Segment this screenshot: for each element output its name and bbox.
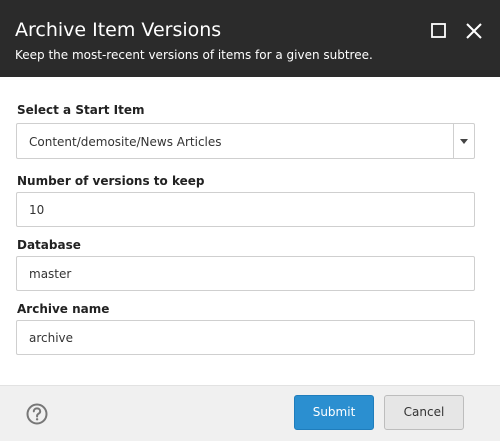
archive-name-input[interactable] bbox=[16, 320, 475, 355]
versions-label: Number of versions to keep bbox=[17, 174, 205, 188]
dialog-subtitle: Keep the most-recent versions of items f… bbox=[15, 48, 373, 62]
submit-button[interactable]: Submit bbox=[294, 395, 374, 430]
help-button[interactable] bbox=[26, 403, 48, 425]
maximize-icon bbox=[431, 23, 446, 38]
caret-down-icon bbox=[460, 139, 468, 144]
maximize-button[interactable] bbox=[430, 22, 448, 40]
dialog-title: Archive Item Versions bbox=[15, 19, 222, 41]
start-item-select[interactable]: Content/demosite/News Articles bbox=[16, 123, 475, 159]
archive-item-versions-dialog: Archive Item Versions Keep the most-rece… bbox=[0, 0, 500, 441]
close-icon bbox=[466, 23, 482, 39]
start-item-value: Content/demosite/News Articles bbox=[29, 135, 222, 149]
cancel-button[interactable]: Cancel bbox=[384, 395, 464, 430]
dropdown-toggle[interactable] bbox=[453, 124, 474, 158]
dialog-header: Archive Item Versions Keep the most-rece… bbox=[0, 0, 500, 77]
help-icon bbox=[26, 403, 48, 425]
database-input[interactable] bbox=[16, 256, 475, 291]
versions-input[interactable] bbox=[16, 192, 475, 227]
dialog-footer: Submit Cancel bbox=[0, 385, 500, 441]
database-label: Database bbox=[17, 238, 81, 252]
archive-name-label: Archive name bbox=[17, 302, 110, 316]
close-button[interactable] bbox=[465, 22, 483, 40]
start-item-label: Select a Start Item bbox=[17, 103, 145, 117]
